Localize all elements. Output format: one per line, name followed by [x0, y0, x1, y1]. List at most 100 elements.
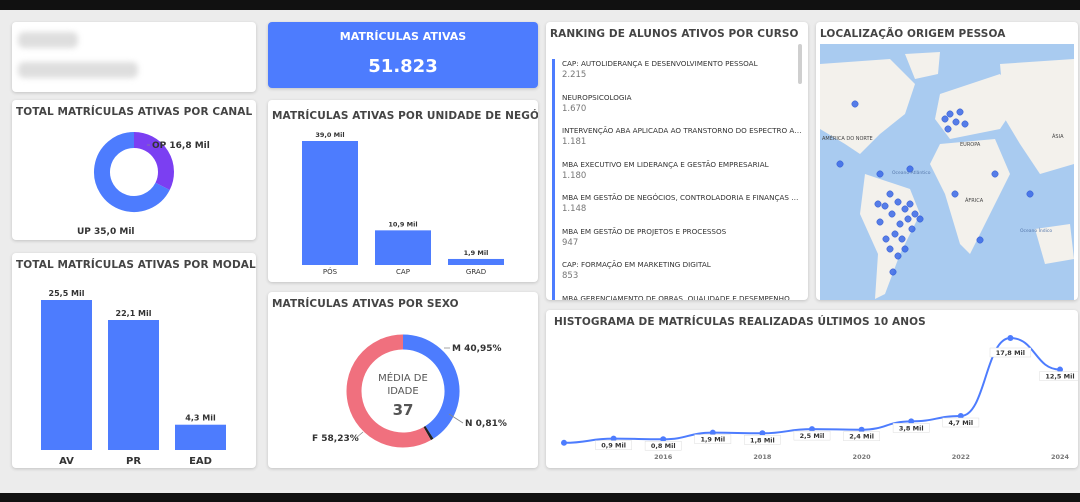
map-point	[886, 245, 894, 253]
bar-pós	[302, 141, 358, 265]
bar-category-label: CAP	[396, 268, 410, 276]
bar-category-label: PR	[126, 456, 141, 467]
bar-data-label: 1,9 Mil	[464, 249, 489, 257]
bar-data-label: 25,5 Mil	[49, 289, 85, 298]
map-point	[961, 120, 969, 128]
map-point	[946, 110, 954, 118]
kpi-title: MATRÍCULAS ATIVAS	[339, 30, 467, 43]
ranking-item[interactable]: CAP: AUTOLIDERANÇA E DESENVOLVIMENTO PES…	[552, 59, 800, 93]
sexo-label-f: F 58,23%	[312, 434, 359, 444]
map-point	[944, 125, 952, 133]
ranking-item-value: 853	[562, 271, 579, 281]
ranking-title: RANKING DE ALUNOS ATIVOS POR CURSO	[550, 28, 799, 40]
filter-card[interactable]	[12, 22, 256, 92]
ranking-item-name: CAP: AUTOLIDERANÇA E DESENVOLVIMENTO PES…	[562, 59, 758, 68]
sexo-label-n: N 0,81%	[465, 419, 507, 429]
x-tick-label: 2020	[853, 453, 872, 461]
ranking-item-name: MBA EM GESTÃO DE NEGÓCIOS, CONTROLADORIA…	[562, 193, 802, 202]
data-label: 0,8 Mil	[651, 442, 676, 450]
bar-category-label: GRAD	[466, 268, 486, 276]
data-label: 12,5 Mil	[1045, 373, 1074, 381]
map-label-north-america: AMÉRICA DO NORTE	[822, 134, 873, 142]
bar-category-label: EAD	[189, 456, 212, 467]
map-point	[894, 198, 902, 206]
map-point	[1026, 190, 1034, 198]
histograma-chart: 0,9 Mil 0,8 Mil 1,9 Mil 1,8 Mil 2,5 Mil 2,4 M…	[561, 335, 1078, 461]
bar-cap	[375, 230, 431, 265]
ranking-item[interactable]: MBA GERENCIAMENTO DE OBRAS, QUALIDADE E …	[552, 293, 802, 300]
map-point	[901, 205, 909, 213]
ranking-item[interactable]: CAP: FORMAÇÃO EM MARKETING DIGITAL 853	[552, 260, 800, 294]
canal-label-op: OP 16,8 Mil	[152, 141, 210, 151]
center-label-1: MÉDIA DE	[378, 371, 428, 384]
blurred-filter	[18, 32, 78, 48]
kpi-card: MATRÍCULAS ATIVAS 51.823	[268, 22, 538, 88]
bar-category-label: AV	[59, 456, 74, 467]
bar-data-label: 39,0 Mil	[315, 131, 344, 139]
map-point	[888, 210, 896, 218]
map-label-europe: EUROPA	[960, 142, 981, 148]
ranking-item-value: 947	[562, 237, 579, 248]
map-point	[896, 220, 904, 228]
kpi-value: 51.823	[368, 56, 438, 77]
data-label: 1,9 Mil	[700, 436, 725, 444]
map-point	[911, 210, 919, 218]
map-point	[991, 170, 999, 178]
data-label: 1,8 Mil	[750, 436, 775, 444]
ranking-item[interactable]: MBA EXECUTIVO EM LIDERANÇA E GESTÃO EMPR…	[552, 159, 800, 193]
x-tick-label: 2024	[1051, 453, 1070, 461]
top-bar	[0, 0, 1080, 10]
map-point	[836, 160, 844, 168]
map-point	[904, 215, 912, 223]
map-point	[898, 235, 906, 243]
map-label-indian: Oceano Índico	[1020, 227, 1052, 234]
map-label-asia: ÁSIA	[1052, 133, 1064, 140]
bar-data-label: 22,1 Mil	[116, 309, 152, 318]
canal-chart: OP 16,8 Mil UP 35,0 Mil	[77, 132, 210, 237]
sexo-card: MATRÍCULAS ATIVAS POR SEXO MÉDIA DE IDAD…	[268, 292, 538, 468]
map-point	[889, 268, 897, 276]
ranking-item[interactable]: MBA EM GESTÃO DE PROJETOS E PROCESSOS 947	[552, 226, 800, 260]
world-map[interactable]: AMÉRICA DO NORTE EUROPA ÁSIA ÁFRICA Ocea…	[820, 44, 1074, 300]
canal-label-up: UP 35,0 Mil	[77, 227, 135, 237]
ranking-item-value: 1.670	[562, 103, 587, 114]
blurred-filter	[18, 62, 138, 78]
greenland-shape	[905, 52, 940, 79]
data-label: 2,4 Mil	[849, 433, 874, 441]
map-label-africa: ÁFRICA	[965, 197, 984, 204]
x-tick-label: 2016	[654, 453, 673, 461]
histograma-card: HISTOGRAMA DE MATRÍCULAS REALIZADAS ÚLTI…	[546, 310, 1078, 468]
bar-grad	[448, 258, 504, 265]
unidade-card: MATRÍCULAS ATIVAS POR UNIDADE DE NEGÓCIO…	[268, 100, 538, 282]
map-point	[886, 190, 894, 198]
modalidade-chart: 25,5 Mil AV 22,1 Mil PR 4,3 Mil EAD	[41, 289, 226, 467]
map-point	[882, 235, 890, 243]
center-value: 37	[393, 401, 414, 419]
bar-av	[41, 300, 92, 450]
ranking-item-value: 1.148	[562, 204, 587, 214]
map-label-atlantic: Oceano Atlântico	[892, 169, 931, 176]
data-label: 3,8 Mil	[899, 424, 924, 432]
data-point	[1007, 335, 1014, 341]
map-point	[941, 115, 949, 123]
sexo-chart: MÉDIA DE IDADE 37 M 40,95% F 58,23% N 0,81…	[312, 334, 507, 448]
asia-shape	[1000, 59, 1074, 174]
bar-category-label: PÓS	[323, 267, 338, 276]
modalidade-card: TOTAL MATRÍCULAS ATIVAS POR MODALIDADE 2…	[12, 253, 256, 468]
map-point	[894, 252, 902, 260]
ranking-item-name: CAP: FORMAÇÃO EM MARKETING DIGITAL	[562, 260, 711, 269]
ranking-item-name: MBA EXECUTIVO EM LIDERANÇA E GESTÃO EMPR…	[562, 159, 769, 169]
bar-data-label: 10,9 Mil	[388, 220, 417, 228]
data-point	[561, 439, 567, 446]
ranking-item-name: NEUROPSICOLOGIA	[562, 92, 632, 102]
map-card[interactable]: LOCALIZAÇÃO ORIGEM PESSOA AMÉRICA DO NOR…	[816, 22, 1078, 300]
donut-slice-n	[423, 425, 434, 441]
ranking-item[interactable]: NEUROPSICOLOGIA 1.670	[552, 92, 800, 126]
canal-card: TOTAL MATRÍCULAS ATIVAS POR CANAL OP 16,…	[12, 100, 256, 240]
map-point	[881, 202, 889, 210]
ranking-item[interactable]: INTERVENÇÃO ABA APLICADA AO TRANSTORNO D…	[552, 126, 802, 160]
map-title: LOCALIZAÇÃO ORIGEM PESSOA	[820, 28, 1006, 40]
x-tick-label: 2022	[952, 453, 970, 461]
ranking-item[interactable]: MBA EM GESTÃO DE NEGÓCIOS, CONTROLADORIA…	[552, 193, 802, 227]
unidade-chart: 39,0 Mil PÓS 10,9 Mil CAP 1,9 Mil GRAD	[302, 131, 504, 276]
